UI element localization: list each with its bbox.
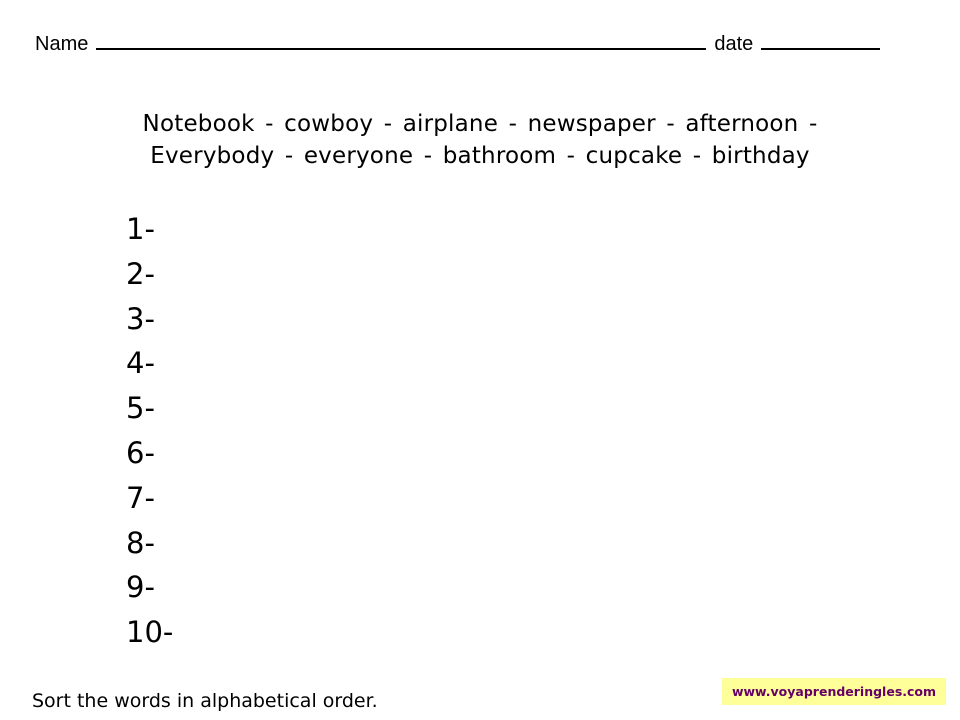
answer-item-4: 4- — [126, 346, 155, 381]
answer-item-7: 7- — [126, 480, 155, 515]
date-label: date — [714, 33, 754, 55]
word-bank: Notebook - cowboy - airplane - newspaper… — [0, 108, 960, 172]
answer-item-6: 6- — [126, 435, 155, 470]
answer-item-10: 10- — [126, 615, 174, 650]
answer-item-8: 8- — [126, 525, 155, 560]
word-bank-line-2: Everybody - everyone - bathroom - cupcak… — [150, 143, 810, 169]
worksheet-page: Name date Notebook - cowboy - airplane - … — [0, 0, 960, 720]
answer-item-9: 9- — [126, 570, 155, 605]
website-badge[interactable]: www.voyaprenderingles.com — [722, 678, 946, 705]
header-line: Name date — [35, 28, 881, 58]
answer-list: 1- 2- 3- 4- 5- 6- 7- 8- 9- 10- — [126, 207, 173, 655]
answer-item-1: 1- — [126, 212, 155, 246]
name-blank-line[interactable] — [96, 28, 707, 50]
word-bank-line-1: Notebook - cowboy - airplane - newspaper… — [142, 111, 818, 137]
answer-item-3: 3- — [126, 301, 155, 336]
answer-item-5: 5- — [126, 391, 155, 426]
instruction-text: Sort the words in alphabetical order. — [32, 690, 378, 712]
date-blank-line[interactable] — [761, 28, 881, 50]
answer-item-2: 2- — [126, 256, 155, 291]
name-label: Name — [35, 33, 89, 55]
